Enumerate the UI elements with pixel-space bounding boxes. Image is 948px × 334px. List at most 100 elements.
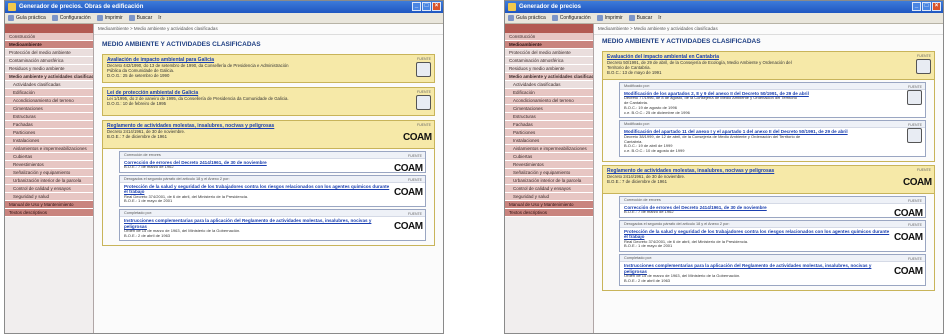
sidebar-item[interactable]: Cimentaciones	[505, 105, 593, 113]
coam-logo: COAM	[894, 266, 923, 278]
sidebar-item[interactable]: Acondicionamiento del terreno	[505, 97, 593, 105]
sidebar-item[interactable]: Particiones	[5, 129, 93, 137]
toolbar-go-button[interactable]: Ir	[658, 13, 661, 23]
source-label: FUENTE	[908, 198, 922, 203]
toolbar-config-button[interactable]: Configuración	[51, 13, 91, 23]
related-norm: Corrección de errores Corrección de erro…	[119, 151, 426, 174]
sidebar-item[interactable]: Particiones	[505, 129, 593, 137]
sidebar-item[interactable]: Revestimientos	[5, 161, 93, 169]
maximize-button[interactable]: □	[422, 2, 431, 11]
toolbar-guide-button[interactable]: Guía práctica	[508, 13, 546, 23]
sidebar-item[interactable]: Seguridad y salud	[5, 193, 93, 201]
toolbar-guide-button[interactable]: Guía práctica	[8, 13, 46, 23]
sidebar-tree: Construcción Medioambiente Protección del …	[505, 24, 594, 333]
toolbar-search-button[interactable]: Buscar	[128, 13, 152, 23]
norm-line: D.O.G.: 25 de setembro de 1990	[107, 73, 170, 79]
sidebar-item[interactable]: Cubiertas	[5, 153, 93, 161]
norm-line: B.O.E.: 7 de diciembre de 1961	[607, 179, 667, 185]
relation-label: Modificado por:	[620, 83, 925, 90]
sidebar-item[interactable]: Urbanización interior de la parcela	[505, 177, 593, 185]
close-button[interactable]: ×	[932, 2, 941, 11]
sidebar-item[interactable]: Aislamientos e impermeabilizaciones	[5, 145, 93, 153]
sidebar-item[interactable]: Textos descriptivos	[5, 209, 93, 217]
sidebar-item[interactable]: Control de calidad y ensayos	[505, 185, 593, 193]
sidebar-item[interactable]: Aislamientos e impermeabilizaciones	[505, 145, 593, 153]
source-label: FUENTE	[408, 154, 422, 158]
minimize-button[interactable]: _	[912, 2, 921, 11]
title-bar: Generador de precios. Obras de edificaci…	[5, 1, 443, 13]
sidebar-item[interactable]: Cimentaciones	[5, 105, 93, 113]
sidebar-item[interactable]: Residuos y medio ambiente	[5, 65, 93, 73]
toolbar-search-button[interactable]: Buscar	[628, 13, 652, 23]
relation-label: Completado por:	[620, 255, 925, 263]
close-button[interactable]: ×	[432, 2, 441, 11]
norm-line: B.O.E.: 7 de diciembre de 1961	[107, 134, 167, 140]
related-norm: Modificado por: Modificación de los apar…	[619, 82, 926, 119]
toolbar-print-button[interactable]: Imprimir	[96, 13, 123, 23]
sidebar-item[interactable]: Actividades clasificadas	[505, 81, 593, 89]
norm-card: Reglamento de actividades molestas, insa…	[603, 165, 934, 194]
cantabria-flag-icon	[907, 128, 922, 144]
sidebar-item[interactable]: Urbanización interior de la parcela	[5, 177, 93, 185]
sidebar-item[interactable]: Seguridad y salud	[505, 193, 593, 201]
sidebar-item[interactable]: Protección del medio ambiente	[5, 49, 93, 57]
toolbar-config-button[interactable]: Configuración	[551, 13, 591, 23]
sidebar-item[interactable]: Medio ambiente y actividades clasificada…	[505, 73, 593, 81]
sidebar-item[interactable]: Contaminación atmosférica	[5, 57, 93, 65]
norm-line: B.O.E.: 7 de marzo de 1962	[124, 164, 174, 170]
right-window: Generador de precios _ □ × Guía práctica…	[504, 0, 944, 334]
source-label: FUENTE	[908, 85, 922, 89]
coam-logo: COAM	[394, 221, 423, 233]
toolbar-print-button[interactable]: Imprimir	[596, 13, 623, 23]
sidebar-item[interactable]: Instalaciones	[5, 137, 93, 145]
cantabria-flag-icon	[907, 90, 922, 105]
sidebar-item[interactable]: Revestimientos	[505, 161, 593, 169]
sidebar-item[interactable]: Edificación	[505, 89, 593, 97]
sidebar-item[interactable]: Contaminación atmosférica	[505, 57, 593, 65]
sidebar-item[interactable]: Construcción	[505, 33, 593, 41]
norm-line: c.e. B.O.C.: 10 de agosto de 1999	[624, 148, 685, 154]
minimize-button[interactable]: _	[412, 2, 421, 11]
printer-icon	[596, 15, 603, 21]
sidebar-item[interactable]: Medioambiente	[5, 41, 93, 49]
sidebar-item[interactable]: Protección del medio ambiente	[505, 49, 593, 57]
sidebar-item[interactable]: Construcción	[5, 33, 93, 41]
relation-label: Modificado por:	[620, 121, 925, 129]
norm-line: B.O.E.: 2 de abril de 1963	[124, 232, 171, 238]
source-box: FUENTE COAM	[403, 123, 432, 145]
main-content: Medioambiente > Medio ambiente y activid…	[594, 24, 943, 333]
sidebar-item[interactable]: Manual de Uso y Mantenimiento	[505, 201, 593, 209]
title-bar: Generador de precios _ □ ×	[505, 1, 943, 13]
sidebar-item[interactable]: Estructuras	[505, 113, 593, 121]
sidebar-item[interactable]: Residuos y medio ambiente	[505, 65, 593, 73]
sidebar-item[interactable]: Manual de Uso y Mantenimiento	[5, 201, 93, 209]
related-norm: Completado por: Instrucciones complement…	[619, 254, 926, 287]
book-icon	[508, 15, 514, 21]
sidebar-item[interactable]: Edificación	[5, 89, 93, 97]
sidebar-item[interactable]: Señalización y equipamiento	[5, 169, 93, 177]
coam-logo: COAM	[894, 207, 923, 219]
sidebar-item[interactable]: Instalaciones	[505, 137, 593, 145]
source-box: FUENTE	[894, 85, 922, 110]
sidebar-item[interactable]: Fachadas	[5, 121, 93, 129]
maximize-button[interactable]: □	[922, 2, 931, 11]
sidebar-item[interactable]: Control de calidad y ensayos	[5, 185, 93, 193]
toolbar-go-button[interactable]: Ir	[158, 13, 161, 23]
norm-card: Lei de protección ambiental de Galicia L…	[102, 87, 435, 116]
related-norm: Completado por: Instrucciones complement…	[119, 209, 426, 242]
sidebar-item[interactable]: Medio ambiente y actividades clasificada…	[5, 73, 93, 81]
sidebar-item[interactable]: Fachadas	[505, 121, 593, 129]
sidebar-item[interactable]: Cubiertas	[505, 153, 593, 161]
gear-icon	[51, 15, 58, 21]
sidebar-item[interactable]: Señalización y equipamiento	[505, 169, 593, 177]
sidebar-item[interactable]: Actividades clasificadas	[5, 81, 93, 89]
source-label: FUENTE	[908, 123, 922, 128]
source-label: FUENTE	[417, 123, 431, 127]
sidebar-item[interactable]: Textos descriptivos	[505, 209, 593, 217]
sidebar-item[interactable]: Estructuras	[5, 113, 93, 121]
sidebar-item[interactable]: Medioambiente	[505, 41, 593, 49]
norm-line: B.O.E.: 1 de mayo de 2001	[124, 198, 173, 204]
relation-label: Derogados el segundo párrafo del artícul…	[620, 221, 925, 229]
sidebar-item[interactable]: Acondicionamiento del terreno	[5, 97, 93, 105]
page-title: MEDIO AMBIENTE Y ACTIVIDADES CLASIFICADA…	[602, 38, 761, 45]
